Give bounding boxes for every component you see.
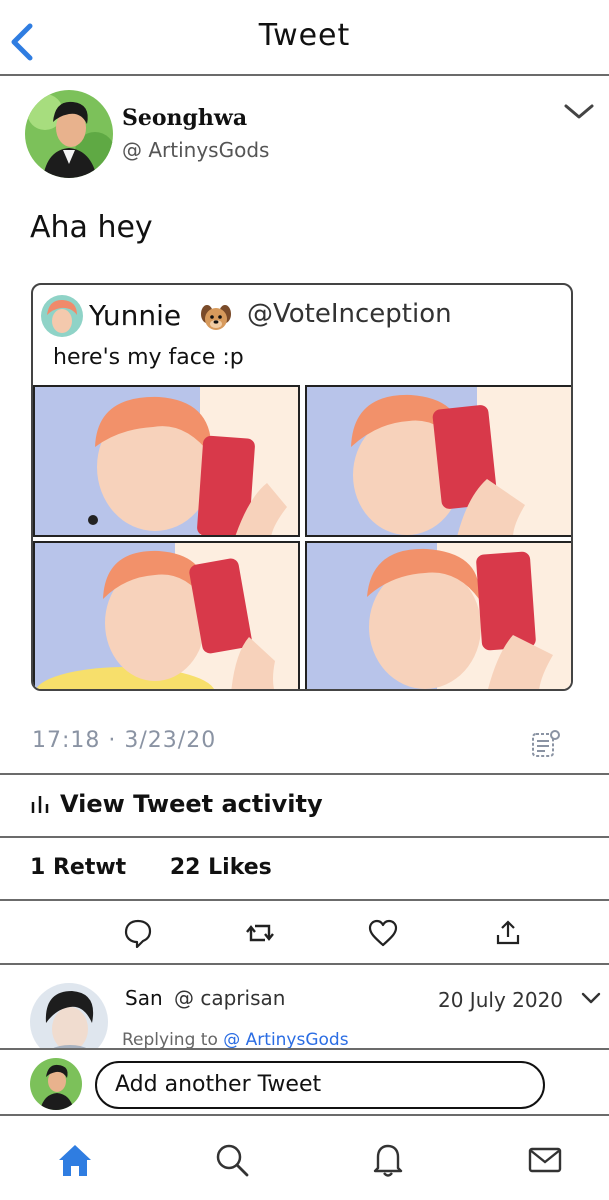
add-tweet-input[interactable]: Add another Tweet <box>95 1061 545 1109</box>
reply-date: 20 July 2020 <box>438 988 564 1012</box>
dog-face-icon <box>201 305 231 330</box>
top-bar: Tweet <box>0 0 609 76</box>
reply-composer: Add another Tweet <box>0 1048 609 1116</box>
replying-to-label: Replying to <box>122 1030 218 1048</box>
page-title: Tweet <box>258 18 351 53</box>
quoted-author-handle: @VoteInception <box>247 299 452 329</box>
replying-to: Replying to @ ArtinysGods <box>122 1030 349 1048</box>
quoted-author-avatar[interactable] <box>41 295 83 337</box>
author-avatar[interactable] <box>25 90 113 178</box>
user-avatar[interactable] <box>30 1058 82 1110</box>
quoted-tweet[interactable]: Yunnie @VoteInception here's my face :p <box>31 283 573 691</box>
quoted-tweet-text: here's my face :p <box>53 345 244 370</box>
author-handle[interactable]: @ ArtinysGods <box>122 138 269 162</box>
divider <box>0 963 609 965</box>
quoted-image-2[interactable] <box>305 385 571 537</box>
quoted-image-1[interactable] <box>33 385 300 537</box>
search-icon[interactable] <box>212 1140 252 1180</box>
quoted-author-name: Yunnie <box>89 299 182 332</box>
chevron-down-icon[interactable] <box>562 100 596 122</box>
view-tweet-activity-label: View Tweet activity <box>60 790 323 818</box>
like-count[interactable]: 22 Likes <box>170 855 272 880</box>
notifications-icon[interactable] <box>368 1140 408 1180</box>
tweet-timestamp: 17:18 · 3/23/20 <box>32 728 217 753</box>
reply-icon[interactable] <box>123 918 153 948</box>
analytics-icon[interactable] <box>530 728 562 760</box>
reply-author-name[interactable]: San <box>125 986 163 1010</box>
chevron-down-icon[interactable] <box>580 990 602 1006</box>
quoted-image-4[interactable] <box>305 541 571 689</box>
reply-author-handle[interactable]: @ caprisan <box>174 986 285 1010</box>
author-name[interactable]: Seonghwa <box>122 105 247 131</box>
replying-to-handle[interactable]: @ ArtinysGods <box>223 1030 348 1048</box>
quoted-image-3[interactable] <box>33 541 300 689</box>
divider <box>0 836 609 838</box>
divider <box>0 773 609 775</box>
divider <box>0 899 609 901</box>
retweet-icon[interactable] <box>245 918 275 948</box>
share-icon[interactable] <box>493 918 523 948</box>
tweet-text: Aha hey <box>30 210 153 245</box>
tweet-stats: 1 Retwt 22 Likes <box>30 855 272 880</box>
view-tweet-activity[interactable]: View Tweet activity <box>30 790 323 818</box>
retweet-count[interactable]: 1 Retwt <box>30 855 126 880</box>
messages-icon[interactable] <box>525 1140 565 1180</box>
home-icon[interactable] <box>55 1140 95 1180</box>
like-icon[interactable] <box>368 918 398 948</box>
tab-bar <box>0 1118 609 1200</box>
bar-chart-icon <box>31 796 49 813</box>
